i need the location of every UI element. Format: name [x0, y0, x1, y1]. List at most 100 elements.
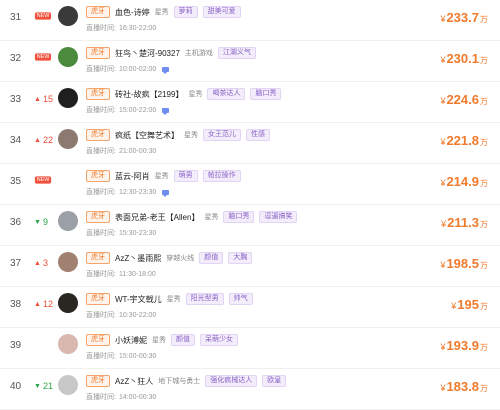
- rank-change: NEW: [34, 176, 52, 184]
- category-label: 星秀: [166, 296, 181, 303]
- live-time-label: 直播时间:: [86, 394, 116, 401]
- streamer-name[interactable]: 小妖溥妮: [115, 335, 147, 346]
- avatar[interactable]: [58, 170, 78, 190]
- arrow-up-icon: ▲: [34, 136, 41, 144]
- tag-badge: 甜美可爱: [202, 6, 241, 18]
- revenue-unit: 万: [480, 179, 488, 188]
- streamer-name[interactable]: 疯纸【空舞艺术】: [115, 130, 179, 141]
- arrow-up-icon: ▲: [34, 259, 41, 267]
- live-time-value: 10:30-22:00: [118, 311, 157, 319]
- avatar[interactable]: [58, 334, 78, 354]
- avatar-image: [58, 375, 78, 395]
- rank-change: ▼ 9: [34, 217, 48, 227]
- rank-number: 39: [10, 340, 22, 351]
- avatar-image: [58, 170, 78, 190]
- list-item[interactable]: 36 ▼ 9 虎牙 表面兄弟-老王【Allen】 星秀 脑口秀 逗逼搞笑 直播时间: 15:30-…: [0, 205, 500, 246]
- rank-number: 32: [10, 53, 22, 64]
- list-item[interactable]: 31 NEW 虎牙 血色-诗婷 星秀 萝莉 甜美可爱 直播时间: 16:30-22:00 ¥233…: [0, 0, 500, 41]
- revenue-value: 183.8: [446, 379, 479, 394]
- revenue-amount: ¥224.6万: [440, 92, 488, 107]
- streamer-name[interactable]: 表面兄弟-老王【Allen】: [115, 212, 199, 223]
- revenue-value: 211.3: [447, 215, 479, 230]
- list-item[interactable]: 39 虎牙 小妖溥妮 星秀 颜值 呆萌少女 直播时间: 15:00-00:30 ¥193.9万: [0, 328, 500, 369]
- list-item[interactable]: 33 ▲ 15 虎牙 砖社-故疯【2199】 星秀 喝茶达人 脑口秀 直播时间: 15:00-22…: [0, 82, 500, 123]
- list-item[interactable]: 40 ▼ 21 虎牙 AzZ丶狂人 地下城与勇士 强化疯械达人 欧皇 直播时间: 14:00-00…: [0, 369, 500, 410]
- currency-symbol: ¥: [440, 137, 446, 147]
- category-label: 星秀: [154, 173, 169, 180]
- list-item[interactable]: 38 ▲ 12 虎牙 WT-宇文戟儿 星秀 阳光型男 帅气 直播时间: 10:30-22:00 ¥1…: [0, 287, 500, 328]
- rank-change-value: 22: [42, 135, 53, 145]
- live-time-value: 14:00-00:30: [118, 393, 157, 401]
- avatar-image: [58, 252, 78, 272]
- rank-change-value: 12: [42, 299, 53, 309]
- rank-change: NEW: [34, 12, 52, 20]
- avatar[interactable]: [58, 252, 78, 272]
- live-time: 直播时间: 10:30-22:00: [86, 310, 156, 320]
- live-time-label: 直播时间:: [86, 189, 116, 196]
- streamer-name[interactable]: WT-宇文戟儿: [115, 294, 162, 305]
- rank-change: ▲ 12: [34, 299, 53, 309]
- arrow-up-icon: ▲: [34, 95, 41, 103]
- streamer-name[interactable]: 血色-诗婷: [115, 7, 150, 18]
- live-time-value: 12:30-23:30: [118, 188, 157, 196]
- streamer-name[interactable]: AzZ丶狂人: [115, 376, 153, 387]
- avatar[interactable]: [58, 88, 78, 108]
- live-time: 直播时间: 12:30-23:30: [86, 187, 170, 197]
- streamer-info: 虎牙 表面兄弟-老王【Allen】 星秀 脑口秀 逗逼搞笑: [86, 211, 298, 223]
- tag-badge: 女王范儿: [203, 129, 241, 141]
- avatar-image: [58, 88, 78, 108]
- rank-number: 34: [10, 135, 22, 146]
- list-item[interactable]: 37 ▲ 3 虎牙 AzZ丶墨雨熙 穿越火线 颜值 大胸 直播时间: 11:30-18:00 ¥19…: [0, 246, 500, 287]
- avatar[interactable]: [58, 6, 78, 26]
- platform-badge: 虎牙: [86, 88, 110, 100]
- revenue-value: 224.6: [446, 92, 479, 107]
- streamer-name[interactable]: AzZ丶墨雨熙: [115, 253, 161, 264]
- platform-badge: 虎牙: [86, 47, 110, 59]
- new-badge: NEW: [34, 176, 52, 184]
- streamer-info: 虎牙 AzZ丶墨雨熙 穿越火线 颜值 大胸: [86, 252, 253, 264]
- revenue-unit: 万: [480, 261, 488, 270]
- arrow-down-icon: ▼: [34, 382, 41, 390]
- arrow-up-icon: ▲: [34, 300, 41, 308]
- streamer-name[interactable]: 狂鸟丶楚河-90327: [115, 48, 180, 59]
- live-time-label: 直播时间:: [86, 25, 116, 32]
- streamer-info: 虎牙 血色-诗婷 星秀 萝莉 甜美可爱: [86, 6, 241, 18]
- list-item[interactable]: 35 NEW 虎牙 蓝云-阿肖 星秀 萌男 帕拉操作 直播时间: 12:30-23:30 ¥214…: [0, 164, 500, 205]
- rank-change: ▲ 15: [34, 94, 53, 104]
- revenue-value: 198.5: [446, 256, 479, 271]
- platform-badge: 虎牙: [86, 6, 110, 18]
- category-label: 星秀: [152, 337, 166, 344]
- revenue-value: 230.1: [446, 51, 479, 66]
- revenue-amount: ¥195万: [451, 297, 488, 312]
- live-time-label: 直播时间:: [86, 148, 116, 155]
- live-time: 直播时间: 16:30-22:00: [86, 23, 156, 33]
- avatar[interactable]: [58, 129, 78, 149]
- currency-symbol: ¥: [441, 219, 447, 229]
- revenue-amount: ¥230.1万: [440, 51, 488, 66]
- live-time-label: 直播时间:: [86, 271, 116, 278]
- revenue-amount: ¥211.3万: [441, 215, 488, 230]
- rank-number: 31: [10, 12, 22, 23]
- avatar[interactable]: [58, 293, 78, 313]
- arrow-down-icon: ▼: [34, 218, 41, 226]
- live-chat-icon: [162, 66, 170, 74]
- avatar[interactable]: [58, 211, 78, 231]
- revenue-unit: 万: [480, 220, 488, 229]
- revenue-unit: 万: [480, 15, 488, 24]
- avatar[interactable]: [58, 47, 78, 67]
- avatar-image: [58, 6, 78, 26]
- streamer-info: 虎牙 砖社-故疯【2199】 星秀 喝茶达人 脑口秀: [86, 88, 282, 100]
- revenue-amount: ¥193.9万: [440, 338, 488, 353]
- avatar[interactable]: [58, 375, 78, 395]
- live-time: 直播时间: 10:00-02:00: [86, 64, 170, 74]
- rank-change-value: 15: [42, 94, 53, 104]
- streamer-name[interactable]: 砖社-故疯【2199】: [115, 89, 183, 100]
- new-badge: NEW: [34, 12, 52, 20]
- revenue-unit: 万: [480, 138, 488, 147]
- list-item[interactable]: 34 ▲ 22 虎牙 疯纸【空舞艺术】 星秀 女王范儿 性感 直播时间: 21:00-00:30 ¥…: [0, 123, 500, 164]
- streamer-name[interactable]: 蓝云-阿肖: [115, 171, 150, 182]
- streamer-info: 虎牙 狂鸟丶楚河-90327 主机游戏 江湖义气: [86, 47, 256, 59]
- rank-number: 33: [10, 94, 22, 105]
- new-badge: NEW: [34, 53, 52, 61]
- list-item[interactable]: 32 NEW 虎牙 狂鸟丶楚河-90327 主机游戏 江湖义气 直播时间: 10:00-02:…: [0, 41, 500, 82]
